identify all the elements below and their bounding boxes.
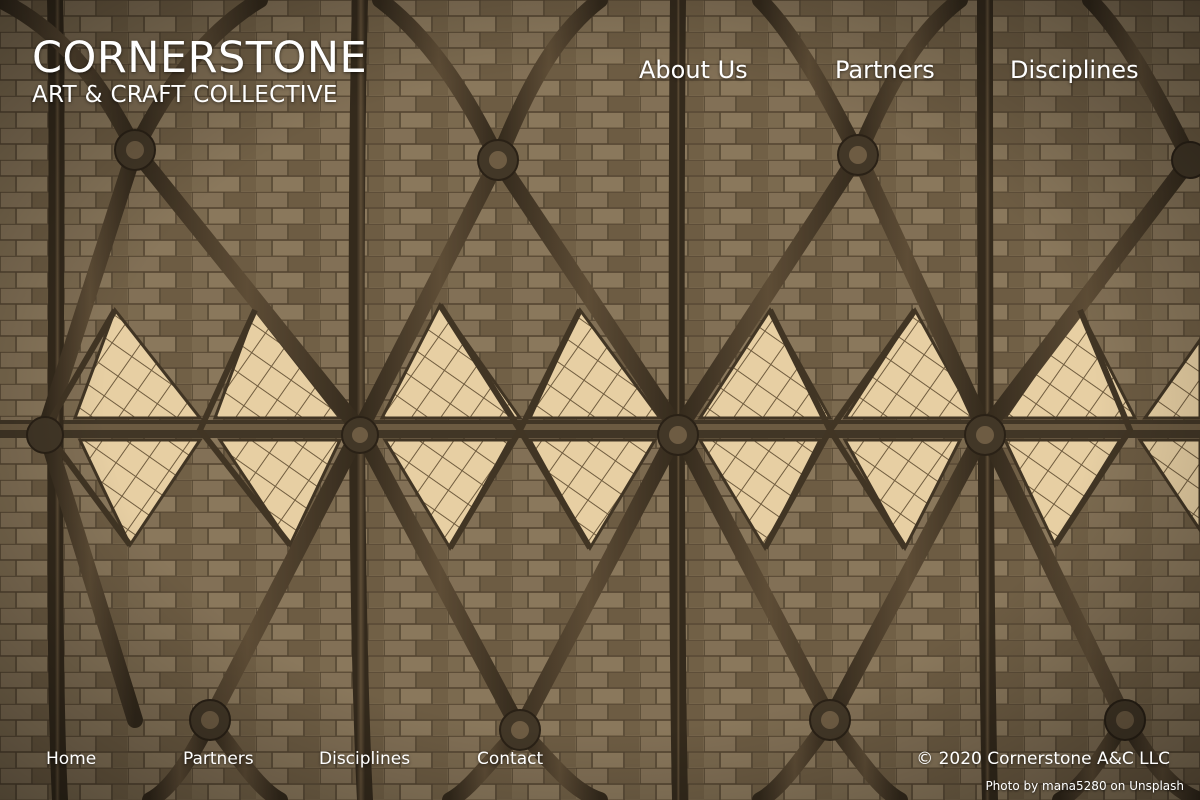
photo-credit: Photo by mana5280 on Unsplash (985, 778, 1184, 794)
footer-link-contact[interactable]: Contact (477, 748, 543, 770)
copyright-notice: © 2020 Cornerstone A&C LLC (916, 749, 1170, 769)
hero-background-image (0, 0, 1200, 800)
footer-link-home[interactable]: Home (46, 748, 96, 770)
top-navigation: About Us Partners Disciplines (0, 54, 1200, 88)
photo-credit-source-link[interactable]: Unsplash (1129, 779, 1184, 793)
nav-link-about-us[interactable]: About Us (639, 54, 748, 86)
photo-credit-middle: on (1110, 779, 1126, 793)
nav-link-disciplines[interactable]: Disciplines (1010, 54, 1139, 86)
footer-link-disciplines[interactable]: Disciplines (319, 748, 410, 770)
nav-link-partners[interactable]: Partners (835, 54, 935, 86)
photo-credit-author-link[interactable]: mana5280 (1042, 779, 1107, 793)
page: CORNERSTONE ART & CRAFT COLLECTIVE About… (0, 0, 1200, 800)
photo-credit-prefix: Photo by (985, 779, 1039, 793)
footer-link-partners[interactable]: Partners (183, 748, 254, 770)
